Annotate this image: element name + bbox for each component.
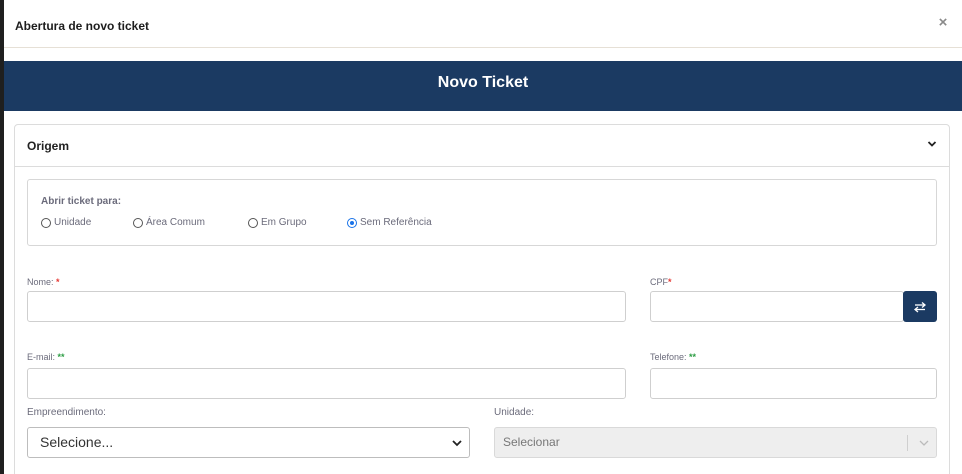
swap-arrows-icon (913, 301, 927, 312)
unidade-select[interactable]: Selecionar (494, 427, 937, 458)
telefone-input[interactable] (650, 368, 937, 399)
chevron-down-icon[interactable] (927, 138, 937, 150)
reference-label: Abrir ticket para: (41, 196, 122, 207)
chevron-down-icon (452, 440, 462, 447)
unidade-label: Unidade: (494, 407, 535, 418)
telefone-label: Telefone: ** (650, 352, 696, 362)
new-ticket-modal: Abertura de novo ticket × Novo Ticket Or… (4, 0, 962, 474)
close-icon[interactable]: × (936, 15, 950, 31)
radio-area-comum[interactable]: Área Comum (133, 217, 205, 228)
modal-header: Abertura de novo ticket × (4, 0, 962, 48)
required-mark: * (56, 277, 60, 287)
cpf-label-text: CPF (650, 277, 668, 287)
radio-em-grupo[interactable]: Em Grupo (248, 217, 307, 228)
radio-unidade[interactable]: Unidade (41, 217, 91, 228)
radio-sem-referencia[interactable]: Sem Referência (347, 217, 432, 228)
modal-title: Abertura de novo ticket (15, 19, 150, 33)
chevron-down-icon (919, 440, 929, 446)
empreendimento-label: Empreendimento: (27, 407, 106, 418)
nome-label-text: Nome: (27, 277, 54, 287)
required-mark: ** (57, 352, 65, 362)
email-input[interactable] (27, 368, 626, 399)
origem-section: Origem Abrir ticket para: Unidade Área C… (14, 124, 950, 474)
radio-button[interactable] (41, 217, 51, 228)
unidade-selected: Selecionar (503, 435, 560, 449)
radio-label: Área Comum (146, 217, 205, 228)
radio-button[interactable] (248, 217, 258, 228)
radio-button[interactable] (133, 217, 143, 228)
origem-title: Origem (27, 139, 70, 153)
select-separator (907, 435, 908, 451)
radio-label: Unidade (54, 217, 92, 228)
nome-label: Nome: * (27, 277, 60, 287)
empreendimento-selected: Selecione... (40, 434, 114, 450)
required-mark: * (668, 277, 672, 287)
banner-title: Novo Ticket (4, 61, 962, 111)
required-mark: ** (689, 352, 697, 362)
nome-input[interactable] (27, 291, 626, 322)
radio-button[interactable] (347, 217, 357, 228)
empreendimento-select[interactable]: Selecione... (27, 427, 470, 458)
email-label: E-mail: ** (27, 352, 65, 362)
email-label-text: E-mail: (27, 352, 56, 362)
swap-document-button[interactable] (903, 291, 937, 322)
telefone-label-text: Telefone: (650, 352, 687, 362)
reference-box: Abrir ticket para: Unidade Área Comum Em… (27, 179, 937, 246)
cpf-label: CPF* (650, 277, 672, 287)
cpf-input[interactable] (650, 291, 904, 322)
origem-section-header[interactable]: Origem (15, 125, 949, 167)
radio-label: Sem Referência (360, 217, 432, 228)
radio-label: Em Grupo (261, 217, 307, 228)
